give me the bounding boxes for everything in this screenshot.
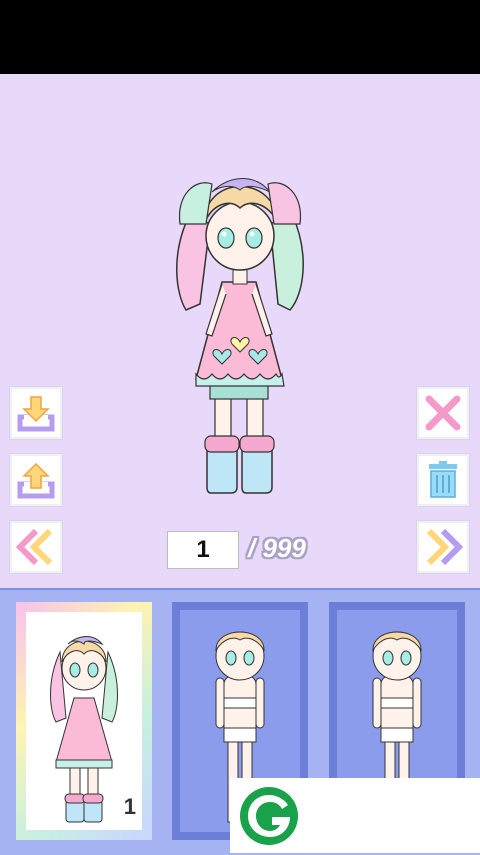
leaf-logo-icon	[240, 787, 298, 845]
watermark-banner	[230, 778, 480, 853]
load-button[interactable]	[10, 454, 62, 506]
close-button[interactable]	[417, 387, 469, 439]
status-bar	[0, 0, 480, 74]
upload-icon	[17, 462, 55, 499]
slot-number: 1	[123, 794, 136, 819]
double-chevron-right-icon	[426, 528, 464, 566]
main-character[interactable]	[0, 74, 480, 588]
prev-button[interactable]	[10, 521, 62, 573]
download-icon	[17, 396, 55, 432]
next-button[interactable]	[417, 521, 469, 573]
character-total: / 999	[248, 533, 306, 563]
double-chevron-left-icon	[15, 528, 53, 566]
delete-button[interactable]	[417, 454, 469, 506]
character-slot-1[interactable]: 1	[16, 602, 152, 840]
save-button[interactable]	[10, 387, 62, 439]
character-number-input[interactable]: 1	[167, 531, 239, 569]
trash-icon	[429, 461, 457, 498]
character-stage	[0, 74, 480, 588]
close-icon	[425, 395, 461, 431]
